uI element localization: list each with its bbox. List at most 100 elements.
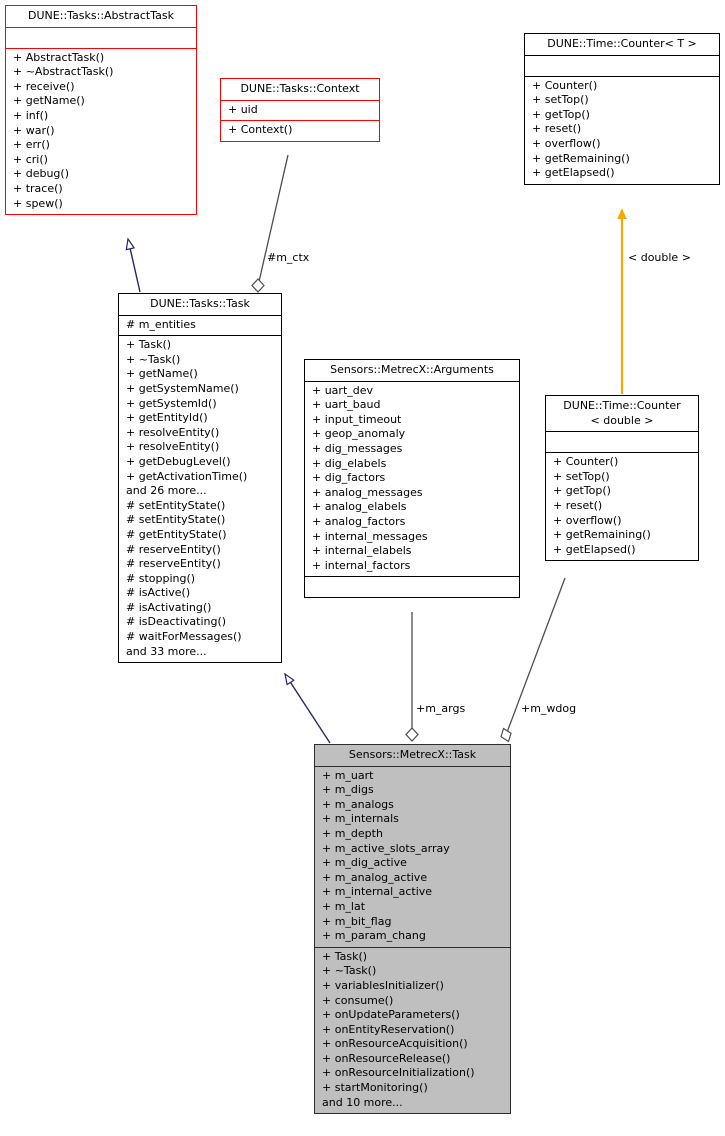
class-member: + getName() (126, 367, 198, 381)
class-member: # setEntityState() (126, 513, 226, 527)
uml-class-diagram: #m_ctx < double > +m_args +m_wdog DUNE::… (0, 0, 725, 1136)
class-title-metrecx-task: Sensors::MetrecX::Task (348, 748, 477, 761)
class-member: + spew() (13, 196, 63, 210)
class-member: + inf() (13, 108, 49, 122)
class-title-arguments: Sensors::MetrecX::Arguments (330, 363, 494, 376)
class-member: + debug() (13, 167, 69, 181)
class-member: + m_analog_active (322, 870, 428, 884)
class-member: + ~AbstractTask() (13, 65, 114, 79)
edge-aggregation-context (251, 154, 289, 293)
class-member: + overflow() (553, 513, 622, 527)
class-attributes-metrecx-task: + m_uart + m_digs + m_analogs + m_internals… (315, 767, 510, 947)
class-member: + m_active_slots_array (322, 841, 450, 855)
class-member: + internal_elabels (312, 544, 412, 558)
edge-label-m-args: +m_args (416, 702, 466, 715)
class-member: + uart_baud (312, 398, 381, 412)
class-member: + getActivationTime() (126, 469, 248, 483)
class-member: + onUpdateParameters() (322, 1008, 460, 1022)
class-box-arguments[interactable]: Sensors::MetrecX::Arguments + uart_dev + … (304, 359, 520, 599)
class-member: + onResourceRelease() (322, 1051, 451, 1065)
class-member: + ~Task() (322, 964, 377, 978)
class-member: + err() (13, 138, 50, 152)
class-member: + onResourceInitialization() (322, 1066, 475, 1080)
class-title-abstract-task: DUNE::Tasks::AbstractTask (28, 9, 174, 22)
class-member: + m_param_chang (322, 929, 426, 943)
class-member: + m_depth (322, 826, 383, 840)
class-member: and 26 more... (126, 484, 207, 498)
class-member: + uid (228, 102, 258, 116)
class-member: + resolveEntity() (126, 425, 220, 439)
class-member: + m_digs (322, 783, 374, 797)
class-attributes-context: + uid (221, 101, 379, 121)
class-box-metrecx-task[interactable]: Sensors::MetrecX::Task + m_uart + m_digs +… (314, 744, 511, 1115)
class-title-context: DUNE::Tasks::Context (240, 82, 360, 95)
class-methods-metrecx-task: + Task() + ~Task() + variablesInitializer(… (315, 948, 510, 1114)
class-member: and 10 more... (322, 1095, 403, 1109)
class-methods-counter-double: + Counter() + setTop() + getTop() + reset()… (546, 453, 698, 560)
class-box-counter-template[interactable]: DUNE::Time::Counter< T > + Counter() + se… (524, 33, 720, 185)
class-methods-dune-task: + Task() + ~Task() + getName() + getSystemN… (119, 336, 281, 662)
edge-aggregation-counterdouble (500, 577, 566, 743)
class-attributes-counter-template (525, 56, 719, 76)
class-member: + getEntityId() (126, 411, 208, 425)
class-attributes-abstract-task (6, 28, 196, 48)
class-title-counter-double: DUNE::Time::Counter < double > (563, 399, 681, 427)
class-member: + analog_messages (312, 485, 423, 499)
class-member: + getElapsed() (553, 542, 636, 556)
class-member: + getElapsed() (532, 166, 615, 180)
class-member: + getRemaining() (553, 528, 651, 542)
class-member: + getDebugLevel() (126, 454, 231, 468)
class-member: and 33 more... (126, 644, 207, 658)
class-member: + input_timeout (312, 412, 402, 426)
class-member: + reset() (553, 498, 603, 512)
class-member: + onResourceAcquisition() (322, 1037, 468, 1051)
class-member: + reset() (532, 122, 582, 136)
class-member: + Counter() (553, 455, 619, 469)
class-member: + cri() (13, 152, 48, 166)
class-member: # waitForMessages() (126, 630, 242, 644)
class-member: + uart_dev (312, 383, 374, 397)
class-member: + getSystemName() (126, 381, 239, 395)
class-member: + trace() (13, 181, 63, 195)
class-member: + setTop() (532, 93, 589, 107)
class-member: + geop_anomaly (312, 427, 406, 441)
class-member: # setEntityState() (126, 498, 226, 512)
class-member: + ~Task() (126, 352, 181, 366)
edge-inheritance-metrecxtask (284, 672, 331, 744)
class-member: + getTop() (553, 484, 611, 498)
class-member: # isActivating() (126, 600, 212, 614)
edge-label-double: < double > (628, 251, 691, 264)
class-title-counter-template: DUNE::Time::Counter< T > (547, 37, 697, 50)
class-title-dune-task: DUNE::Tasks::Task (150, 297, 250, 310)
class-member: + m_uart (322, 768, 374, 782)
class-member: + getName() (13, 94, 85, 108)
class-member: + m_analogs (322, 797, 394, 811)
class-box-abstract-task[interactable]: DUNE::Tasks::AbstractTask + AbstractTask… (5, 5, 197, 216)
class-member: + internal_messages (312, 529, 428, 543)
class-member: + receive() (13, 79, 75, 93)
class-member: # m_entities (126, 317, 196, 331)
class-member: + m_internal_active (322, 885, 433, 899)
class-member: + AbstractTask() (13, 50, 105, 64)
class-member: + m_internals (322, 812, 399, 826)
class-member: + internal_factors (312, 558, 411, 572)
class-member: + analog_factors (312, 514, 406, 528)
class-member: # stopping() (126, 571, 196, 585)
class-member: + getRemaining() (532, 151, 630, 165)
edge-aggregation-arguments (405, 612, 419, 742)
class-box-counter-double[interactable]: DUNE::Time::Counter < double > + Counter… (545, 395, 699, 562)
class-methods-counter-template: + Counter() + setTop() + getTop() + reset()… (525, 77, 719, 184)
class-member: + m_bit_flag (322, 914, 392, 928)
class-member: + m_lat (322, 899, 366, 913)
class-member: + Counter() (532, 78, 598, 92)
class-member: + getTop() (532, 107, 590, 121)
class-member: + getSystemId() (126, 396, 217, 410)
class-box-context[interactable]: DUNE::Tasks::Context + uid + Context() (220, 78, 380, 142)
class-attributes-arguments: + uart_dev + uart_baud + input_timeout + ge… (305, 382, 519, 577)
class-methods-abstract-task: + AbstractTask() + ~AbstractTask() + recei… (6, 49, 196, 215)
class-member: + startMonitoring() (322, 1081, 428, 1095)
class-member: + dig_messages (312, 441, 403, 455)
class-box-dune-task[interactable]: DUNE::Tasks::Task # m_entities + Task() +… (118, 293, 282, 664)
class-member: + setTop() (553, 469, 610, 483)
class-member: # reserveEntity() (126, 542, 221, 556)
